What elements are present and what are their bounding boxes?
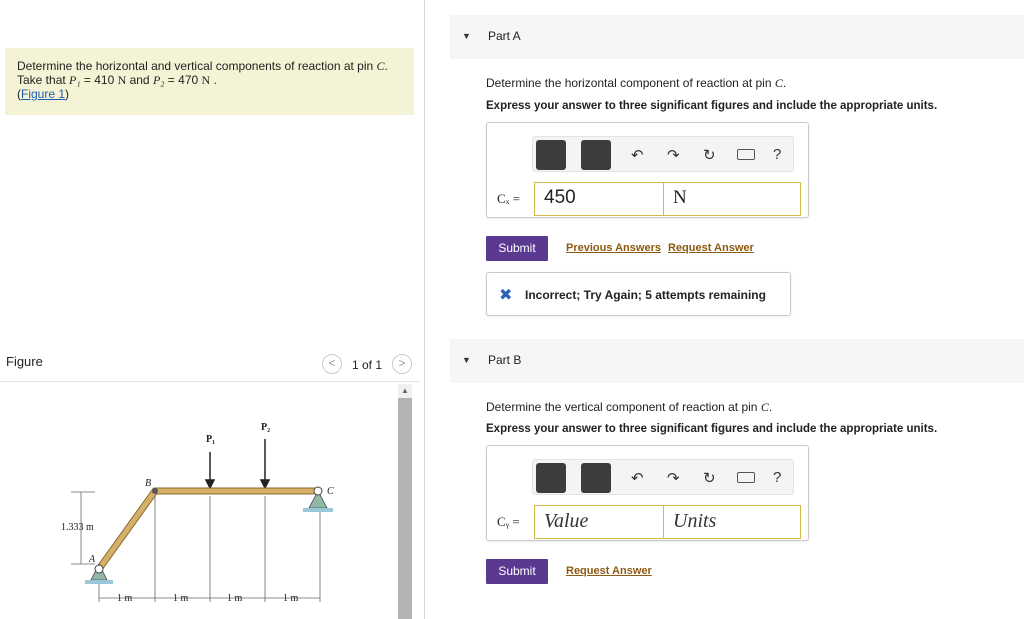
undo-icon[interactable]: ↶	[631, 146, 644, 164]
undo-icon[interactable]: ↶	[631, 469, 644, 487]
math-toolbar: ↶ ↷ ↻ ?	[532, 136, 794, 172]
incorrect-x-icon: ✖	[499, 287, 513, 304]
dim-label-2: 1 m	[173, 593, 189, 604]
reset-icon[interactable]: ↻	[703, 469, 716, 487]
c-label: C	[327, 486, 334, 497]
height-label: 1.333 m	[61, 522, 94, 533]
a-label: A	[88, 554, 96, 565]
figure-count: 1 of 1	[352, 358, 383, 372]
part-b-request-answer-link[interactable]: Request Answer	[566, 565, 652, 577]
frame-figure: P₁ P₂ B C A 1.333 m 1 m 1 m 1 m 1 m	[61, 422, 334, 604]
part-a-answer-box: ↶ ↷ ↻ ? Cₓ = 450 N	[486, 122, 809, 218]
part-a-submit-button[interactable]: Submit	[486, 236, 548, 261]
part-a-instruction: Express your answer to three significant…	[486, 100, 938, 112]
answer-row: Cᵧ = Value Units	[494, 505, 802, 539]
problem-statement: Determine the horizontal and vertical co…	[5, 48, 414, 115]
feedback-box: ✖ Incorrect; Try Again; 5 attempts remai…	[486, 272, 791, 316]
scroll-thumb[interactable]	[398, 398, 412, 619]
previous-figure-button[interactable]: <	[322, 354, 342, 374]
help-icon[interactable]: ?	[773, 146, 781, 163]
part-b-answer-box: ↶ ↷ ↻ ? Cᵧ = Value Units	[486, 445, 809, 541]
collapse-arrow-icon[interactable]: ▼	[462, 355, 471, 365]
previous-answers-link[interactable]: Previous Answers	[566, 242, 661, 254]
value-input[interactable]: 450	[534, 182, 664, 216]
figure-header: Figure < 1 of 1 >	[0, 350, 420, 382]
part-b-prompt: Determine the vertical component of reac…	[486, 400, 773, 414]
symbols-icon[interactable]	[581, 463, 611, 493]
part-b-submit-button[interactable]: Submit	[486, 559, 548, 584]
help-icon[interactable]: ?	[773, 469, 781, 486]
problem-panel: Determine the horizontal and vertical co…	[0, 0, 425, 619]
keyboard-icon[interactable]	[737, 149, 755, 160]
reset-icon[interactable]: ↻	[703, 146, 716, 164]
variable-label: Cₓ =	[497, 191, 521, 206]
unit-input[interactable]: N	[663, 182, 801, 216]
redo-icon[interactable]: ↷	[667, 146, 680, 164]
pin-label: C	[376, 59, 385, 73]
p1-label: P₁	[206, 434, 215, 445]
figure-scrollbar[interactable]: ▲	[398, 384, 412, 619]
part-a-header[interactable]: ▼ Part A	[450, 15, 1024, 59]
keyboard-icon[interactable]	[737, 472, 755, 483]
templates-icon[interactable]	[536, 140, 566, 170]
dim-label-3: 1 m	[227, 593, 243, 604]
math-toolbar: ↶ ↷ ↻ ?	[532, 459, 794, 495]
feedback-text: Incorrect; Try Again; 5 attempts remaini…	[525, 288, 766, 302]
dim-label-4: 1 m	[283, 593, 299, 604]
templates-icon[interactable]	[536, 463, 566, 493]
symbols-icon[interactable]	[581, 140, 611, 170]
value-input[interactable]: Value	[534, 505, 664, 539]
part-b-instruction: Express your answer to three significant…	[486, 423, 938, 435]
part-a-prompt: Determine the horizontal component of re…	[486, 76, 787, 90]
b-label: B	[145, 478, 151, 489]
redo-icon[interactable]: ↷	[667, 469, 680, 487]
figure-link[interactable]: Figure 1	[21, 87, 65, 101]
p2-label: P₂	[261, 422, 270, 433]
collapse-arrow-icon[interactable]: ▼	[462, 31, 471, 41]
part-a-request-answer-link[interactable]: Request Answer	[668, 242, 754, 254]
part-a-title: Part A	[488, 29, 521, 43]
answer-row: Cₓ = 450 N	[494, 182, 802, 216]
scroll-up-arrow-icon[interactable]: ▲	[398, 384, 412, 398]
next-figure-button[interactable]: >	[392, 354, 412, 374]
dim-label-1: 1 m	[117, 593, 133, 604]
part-b-title: Part B	[488, 353, 522, 367]
variable-label: Cᵧ =	[497, 514, 520, 529]
unit-input[interactable]: Units	[663, 505, 801, 539]
figure-title: Figure	[6, 354, 43, 369]
problem-text: Determine the horizontal and vertical co…	[17, 59, 377, 73]
part-b-header[interactable]: ▼ Part B	[450, 339, 1024, 383]
